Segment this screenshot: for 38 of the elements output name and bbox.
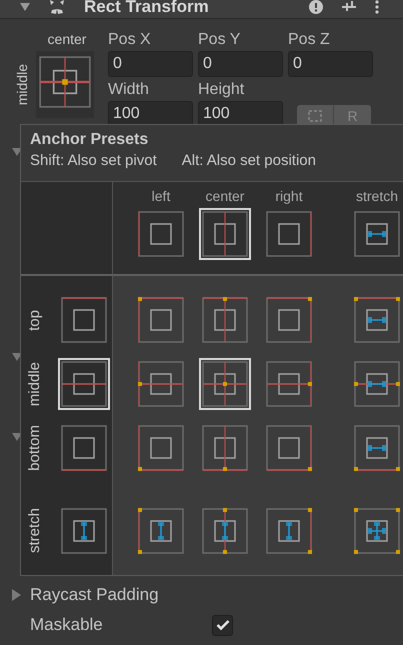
field-label: Pos Z (288, 31, 331, 50)
number-field[interactable]: 0 (198, 51, 283, 77)
field-label: Pos Y (198, 31, 242, 50)
column-label: center (206, 188, 244, 206)
component-title: Rect Transform (84, 0, 209, 17)
hint-text: Shift: Also set pivot (30, 152, 157, 169)
row-label: stretch (26, 508, 42, 554)
column-label: right (275, 188, 303, 206)
expand-arrow-icon[interactable] (12, 589, 22, 601)
anchor-row-label: middle (14, 64, 30, 106)
column-label: left (152, 188, 170, 206)
sliders-icon[interactable] (341, 0, 357, 14)
row-label: middle (26, 362, 42, 406)
menu-icon[interactable] (375, 0, 379, 14)
number-field[interactable]: 0 (108, 51, 193, 77)
field-label: Pos X (108, 31, 152, 50)
check-mark-icon (216, 619, 230, 631)
collapse-arrow-icon[interactable] (12, 148, 22, 156)
anchor-diagram-icon (39, 56, 91, 108)
anchor-preset-button[interactable] (36, 51, 94, 118)
collapse-arrow-icon[interactable] (20, 3, 30, 11)
rect-transform-icon (48, 0, 66, 14)
dashed-square-icon (308, 110, 322, 122)
checkbox[interactable] (212, 614, 233, 636)
anchor-column-label: center (48, 31, 86, 47)
number-field[interactable]: 0 (288, 51, 373, 77)
column-label: stretch (356, 188, 398, 206)
collapse-arrow-icon[interactable] (12, 353, 22, 361)
field-label: Width (108, 81, 150, 100)
row-label: bottom (26, 425, 42, 471)
help-icon[interactable] (309, 0, 323, 14)
field-label: Height (198, 81, 246, 100)
popup-title: Anchor Presets (30, 131, 150, 149)
row-label: top (26, 310, 42, 330)
hint-text: Alt: Also set position (182, 152, 316, 169)
collapse-arrow-icon[interactable] (12, 433, 22, 441)
property-label: Maskable (30, 615, 104, 635)
foldout-label[interactable]: Raycast Padding (30, 585, 159, 605)
